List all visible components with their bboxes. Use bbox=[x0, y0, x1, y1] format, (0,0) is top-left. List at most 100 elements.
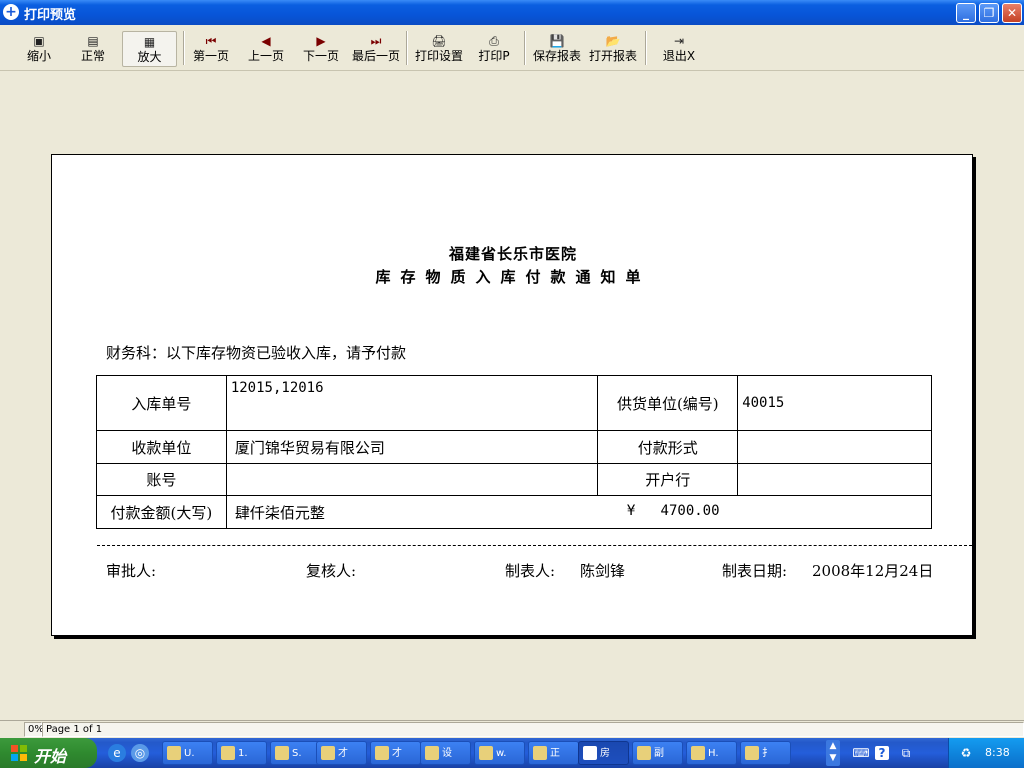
windows-logo-icon bbox=[11, 745, 27, 761]
next-page-button[interactable]: ▶ 下一页 bbox=[300, 31, 342, 67]
toolbar-separator bbox=[406, 31, 408, 65]
help-icon[interactable]: ? bbox=[875, 746, 889, 760]
account-label: 账号 bbox=[96, 463, 227, 496]
taskbar-item[interactable]: 副 bbox=[632, 741, 683, 765]
system-tray: ♻ 8:38 bbox=[948, 738, 1024, 768]
taskbar-item[interactable]: 1. bbox=[216, 741, 267, 765]
open-folder-icon: 📂 bbox=[605, 34, 621, 48]
supplier-label: 供货单位(编号) bbox=[597, 375, 739, 431]
payee-value: 厦门锦华贸易有限公司 bbox=[225, 430, 599, 464]
print-button[interactable]: ⎙ 打印P bbox=[475, 31, 513, 67]
amount-cell: 肆仟柒佰元整 ¥ 4700.00 bbox=[225, 495, 933, 529]
window-icon bbox=[167, 746, 181, 760]
bank-value bbox=[737, 463, 932, 496]
window-icon bbox=[479, 746, 493, 760]
table-row: 账号 开户行 bbox=[96, 463, 932, 496]
folder-icon bbox=[425, 746, 439, 760]
print-setup-icon: 🖨 bbox=[431, 34, 447, 48]
window-icon bbox=[275, 746, 289, 760]
toolbar-separator bbox=[524, 31, 526, 65]
document-title: 库存物质入库付款通知单 bbox=[375, 268, 651, 286]
table-row: 收款单位 厦门锦华贸易有限公司 付款形式 bbox=[96, 430, 932, 464]
toolbar-separator bbox=[183, 31, 185, 65]
finance-note: 财务科：以下库存物资已验收入库，请予付款 bbox=[106, 344, 407, 362]
normal-view-icon: ▤ bbox=[87, 34, 99, 48]
prev-page-icon: ◀ bbox=[261, 34, 271, 48]
app-icon bbox=[583, 746, 597, 760]
zoom-in-icon: ▦ bbox=[143, 35, 156, 49]
zoom-in-button[interactable]: ▦ 放大 bbox=[122, 31, 177, 67]
table-row: 付款金额(大写) 肆仟柒佰元整 ¥ 4700.00 bbox=[96, 495, 933, 529]
print-setup-button[interactable]: 🖨 打印设置 bbox=[413, 31, 465, 67]
dashed-divider bbox=[97, 545, 972, 546]
date-value: 2008年12月24日 bbox=[812, 562, 934, 580]
payment-form-table: 入库单号 12015,12016 供货单位(编号) 40015 收款单位 厦门锦… bbox=[96, 375, 933, 529]
clock: 8:38 bbox=[985, 746, 1010, 759]
status-bar: 0% Page 1 of 1 bbox=[0, 720, 1024, 738]
minimize-button[interactable]: _ bbox=[956, 3, 976, 23]
taskbar-item[interactable]: U. bbox=[162, 741, 213, 765]
first-page-icon: ⏮ bbox=[205, 34, 217, 48]
save-icon: 💾 bbox=[549, 34, 565, 48]
window-title: 打印预览 bbox=[24, 8, 77, 23]
ie-icon[interactable]: e bbox=[108, 744, 126, 762]
window-icon bbox=[221, 746, 235, 760]
taskbar-item[interactable]: w. bbox=[474, 741, 525, 765]
taskbar-item[interactable]: 扌 bbox=[740, 741, 791, 765]
window-icon bbox=[637, 746, 651, 760]
account-value bbox=[225, 463, 599, 496]
last-page-icon: ⏭ bbox=[370, 34, 382, 48]
approver-label: 审批人: bbox=[106, 562, 157, 580]
taskbar: 开始 e ◎ U. 1. S. 才 才 设 w. 正 房 副 H. 扌 ▲ ▼ ⌨… bbox=[0, 738, 1024, 768]
save-report-button[interactable]: 💾 保存报表 bbox=[531, 31, 583, 67]
window-icon bbox=[745, 746, 759, 760]
last-page-button[interactable]: ⏭ 最后一页 bbox=[350, 31, 402, 67]
taskbar-item-active[interactable]: 房 bbox=[578, 741, 629, 765]
browser-icon[interactable]: ◎ bbox=[131, 744, 149, 762]
taskbar-item[interactable]: 才 bbox=[316, 741, 367, 765]
maker-label: 制表人: bbox=[505, 562, 556, 580]
taskbar-item[interactable]: S. bbox=[270, 741, 321, 765]
window-icon bbox=[375, 746, 389, 760]
supplier-value: 40015 bbox=[737, 375, 932, 431]
org-name: 福建省长乐市医院 bbox=[448, 245, 577, 263]
date-label: 制表日期: bbox=[722, 562, 788, 580]
taskbar-item[interactable]: 设 bbox=[420, 741, 471, 765]
exit-icon: ⇥ bbox=[673, 34, 685, 48]
exit-button[interactable]: ⇥ 退出X bbox=[660, 31, 698, 67]
normal-view-button[interactable]: ▤ 正常 bbox=[74, 31, 112, 67]
folder-icon bbox=[533, 746, 547, 760]
zoom-out-button[interactable]: ▣ 缩小 bbox=[20, 31, 58, 67]
tray-app-icon[interactable]: ♻ bbox=[957, 744, 975, 762]
amount-words: 肆仟柒佰元整 bbox=[234, 503, 325, 522]
start-button[interactable]: 开始 bbox=[0, 738, 97, 768]
taskbar-item[interactable]: H. bbox=[686, 741, 737, 765]
zoom-status: 0% bbox=[24, 722, 44, 737]
toolbar: ▣ 缩小 ▤ 正常 ▦ 放大 ⏮ 第一页 ◀ 上一页 ▶ 下一页 ⏭ 最后一页 … bbox=[0, 25, 1024, 71]
printer-icon: ⎙ bbox=[489, 34, 499, 48]
payment-form-label: 付款形式 bbox=[597, 430, 739, 464]
title-bar[interactable]: + 打印预览 _ ❐ ✕ bbox=[0, 0, 1024, 25]
toolbar-separator bbox=[645, 31, 647, 65]
taskbar-scroll-icon[interactable]: ▲ ▼ bbox=[826, 740, 840, 766]
preview-area[interactable]: 福建省长乐市医院 库存物质入库付款通知单 财务科：以下库存物资已验收入库，请予付… bbox=[0, 72, 1024, 720]
receipt-no-label: 入库单号 bbox=[96, 375, 227, 431]
taskbar-item[interactable]: 正 bbox=[528, 741, 579, 765]
window-icon bbox=[691, 746, 705, 760]
restore-button[interactable]: ❐ bbox=[979, 3, 999, 23]
first-page-button[interactable]: ⏮ 第一页 bbox=[190, 31, 232, 67]
amount-label: 付款金额(大写) bbox=[96, 495, 227, 529]
report-page: 福建省长乐市医院 库存物质入库付款通知单 财务科：以下库存物资已验收入库，请予付… bbox=[51, 154, 973, 636]
prev-page-button[interactable]: ◀ 上一页 bbox=[245, 31, 287, 67]
close-button[interactable]: ✕ bbox=[1002, 3, 1022, 23]
restore-windows-icon[interactable]: ⧉ bbox=[897, 744, 915, 762]
taskbar-item[interactable]: 才 bbox=[370, 741, 421, 765]
payee-label: 收款单位 bbox=[96, 430, 227, 464]
window-icon bbox=[321, 746, 335, 760]
open-report-button[interactable]: 📂 打开报表 bbox=[587, 31, 639, 67]
table-row: 入库单号 12015,12016 供货单位(编号) 40015 bbox=[96, 375, 932, 431]
next-page-icon: ▶ bbox=[316, 34, 326, 48]
keyboard-icon[interactable]: ⌨ bbox=[852, 744, 870, 762]
payment-form-value bbox=[737, 430, 932, 464]
app-icon: + bbox=[3, 4, 19, 20]
